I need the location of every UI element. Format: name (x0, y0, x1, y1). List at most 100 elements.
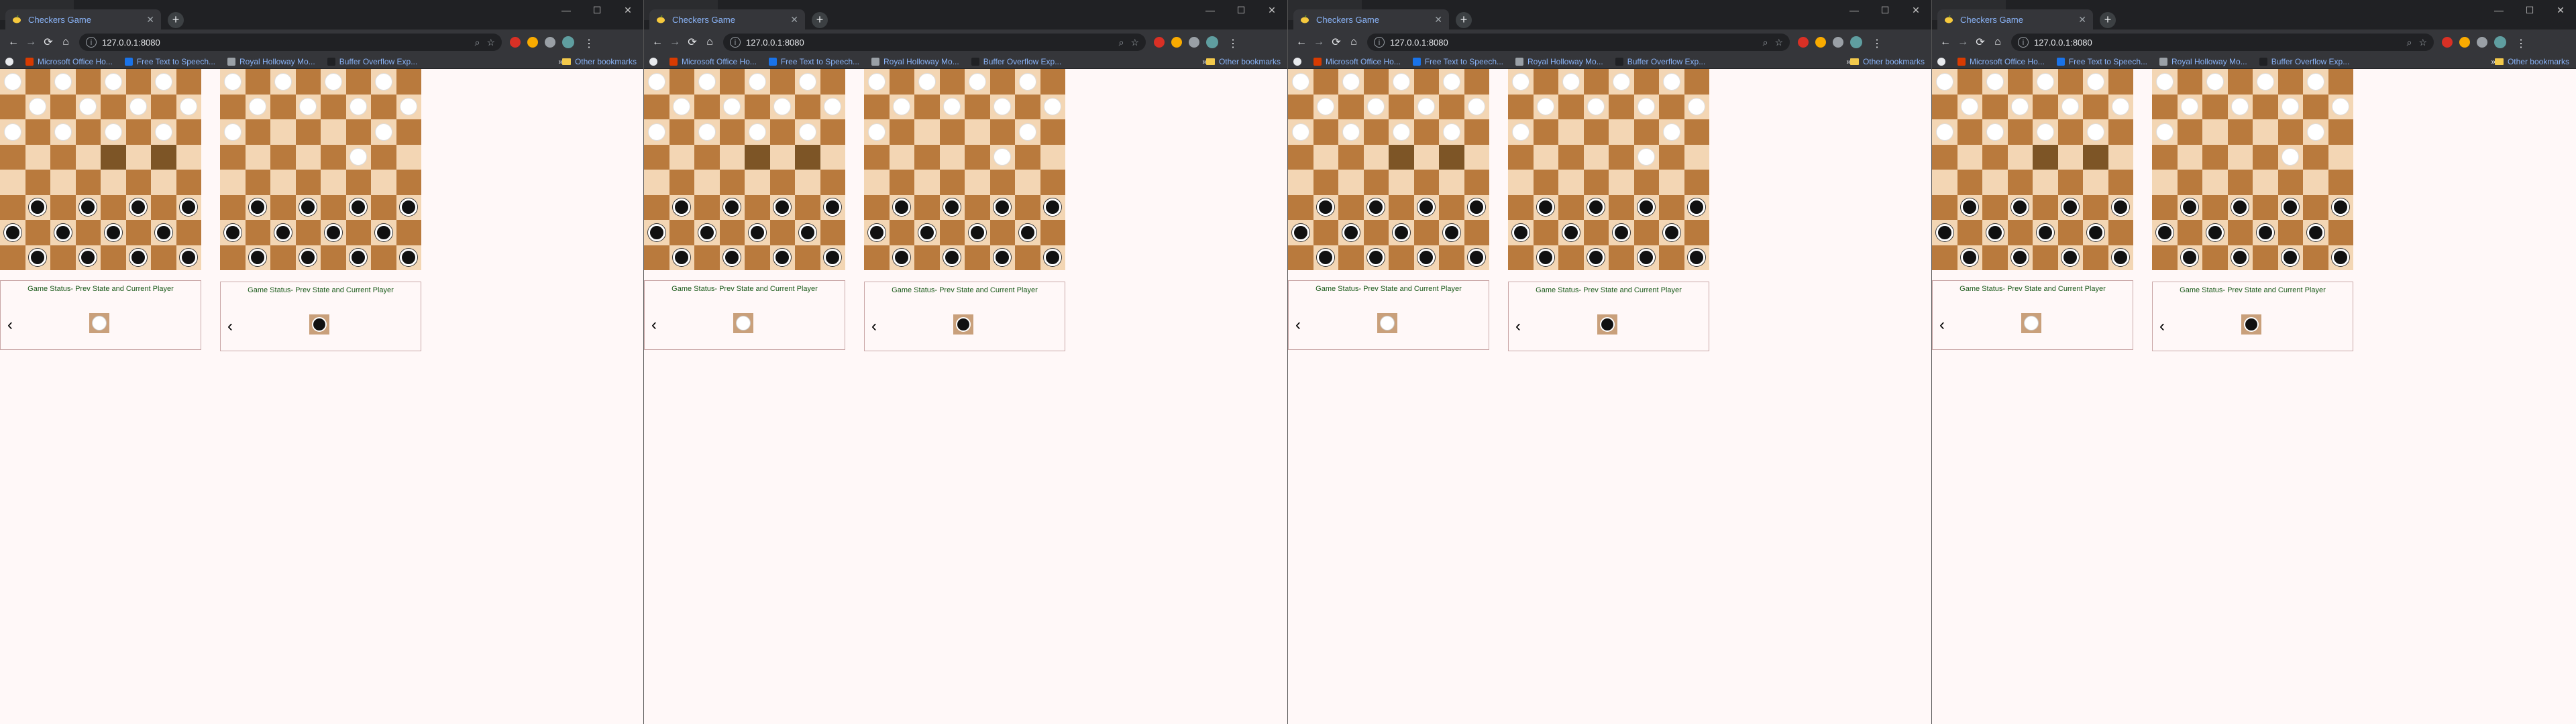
black-piece[interactable] (994, 198, 1012, 217)
board-square[interactable] (719, 245, 745, 270)
board-square[interactable] (914, 144, 940, 170)
white-piece[interactable] (2036, 72, 2054, 90)
board-square[interactable] (2033, 194, 2058, 220)
board-square[interactable] (2057, 220, 2083, 245)
board-square[interactable] (745, 94, 770, 119)
board-square[interactable] (125, 170, 151, 195)
board-square[interactable] (989, 194, 1015, 220)
board-square[interactable] (644, 170, 669, 195)
checkers-board-current[interactable] (220, 69, 421, 270)
board-square[interactable] (1633, 94, 1659, 119)
board-square[interactable] (25, 170, 50, 195)
board-square[interactable] (125, 144, 151, 170)
board-square[interactable] (295, 69, 321, 95)
black-piece[interactable] (2011, 198, 2029, 217)
board-square[interactable] (1338, 144, 1364, 170)
black-piece[interactable] (1392, 223, 1410, 241)
board-square[interactable] (1684, 119, 1709, 145)
black-piece[interactable] (1638, 249, 1656, 267)
black-piece[interactable] (1417, 249, 1436, 267)
board-square[interactable] (1288, 119, 1313, 145)
board-square[interactable] (2007, 119, 2033, 145)
board-square[interactable] (2033, 245, 2058, 270)
bookmark-star-icon[interactable]: ☆ (1774, 37, 1783, 48)
board-square[interactable] (2253, 220, 2278, 245)
board-square[interactable] (694, 194, 720, 220)
board-square[interactable] (1609, 194, 1634, 220)
board-square[interactable] (2177, 245, 2202, 270)
board-square[interactable] (965, 245, 990, 270)
board-square[interactable] (1464, 220, 1489, 245)
black-piece[interactable] (1986, 223, 2004, 241)
board-square[interactable] (345, 119, 371, 145)
back-arrow-icon[interactable]: ← (649, 36, 665, 48)
board-square[interactable] (2083, 119, 2108, 145)
board-square[interactable] (2328, 69, 2353, 95)
board-square[interactable] (1533, 194, 1558, 220)
white-piece[interactable] (54, 72, 72, 90)
board-square[interactable] (1633, 170, 1659, 195)
bookmark-item[interactable]: Free Text to Speech... (768, 57, 859, 66)
black-piece[interactable] (1688, 249, 1706, 267)
bookmark-item[interactable]: Buffer Overflow Exp... (971, 57, 1061, 66)
board-square[interactable] (0, 94, 25, 119)
black-piece[interactable] (1291, 223, 1309, 241)
board-square[interactable] (75, 245, 101, 270)
board-square[interactable] (745, 119, 770, 145)
white-piece[interactable] (223, 72, 241, 90)
board-square[interactable] (321, 94, 346, 119)
board-square[interactable] (889, 144, 914, 170)
board-square[interactable] (1015, 69, 1040, 95)
board-square[interactable] (245, 245, 270, 270)
board-square[interactable] (2202, 94, 2228, 119)
board-square[interactable] (245, 220, 270, 245)
extension-gear-icon[interactable] (2477, 37, 2487, 48)
white-piece[interactable] (798, 123, 816, 141)
close-window-button[interactable]: ✕ (2545, 0, 2576, 20)
white-piece[interactable] (274, 72, 292, 90)
board-square[interactable] (864, 245, 890, 270)
board-square[interactable] (0, 170, 25, 195)
board-square[interactable] (864, 170, 890, 195)
board-square[interactable] (1464, 245, 1489, 270)
board-square[interactable] (864, 94, 890, 119)
board-square[interactable] (75, 194, 101, 220)
board-square[interactable] (1533, 220, 1558, 245)
white-piece[interactable] (1342, 72, 1360, 90)
reload-icon[interactable]: ⟳ (40, 36, 56, 49)
board-square[interactable] (220, 144, 246, 170)
apps-icon[interactable] (649, 58, 661, 66)
board-square[interactable] (345, 69, 371, 95)
board-square[interactable] (989, 119, 1015, 145)
board-square[interactable] (1413, 119, 1439, 145)
board-square[interactable] (2033, 144, 2058, 170)
board-square[interactable] (694, 69, 720, 95)
board-square[interactable] (270, 170, 296, 195)
board-square[interactable] (50, 69, 76, 95)
black-piece[interactable] (2231, 198, 2249, 217)
board-square[interactable] (1957, 144, 1982, 170)
white-piece[interactable] (350, 148, 368, 166)
board-square[interactable] (50, 220, 76, 245)
forward-arrow-icon[interactable]: → (23, 36, 39, 48)
board-square[interactable] (1508, 144, 1534, 170)
board-square[interactable] (2152, 170, 2178, 195)
white-piece[interactable] (2036, 123, 2054, 141)
black-piece[interactable] (1417, 198, 1436, 217)
white-piece[interactable] (1562, 72, 1580, 90)
extension-star-icon[interactable] (1171, 37, 1182, 48)
board-square[interactable] (245, 69, 270, 95)
white-piece[interactable] (647, 123, 665, 141)
bookmark-star-icon[interactable]: ☆ (1130, 37, 1139, 48)
board-square[interactable] (1659, 144, 1684, 170)
board-square[interactable] (2007, 245, 2033, 270)
board-square[interactable] (25, 194, 50, 220)
black-piece[interactable] (104, 223, 122, 241)
board-square[interactable] (1015, 220, 1040, 245)
board-square[interactable] (2277, 69, 2303, 95)
black-piece[interactable] (2256, 223, 2274, 241)
board-square[interactable] (396, 119, 421, 145)
board-square[interactable] (1982, 119, 2008, 145)
black-piece[interactable] (2011, 249, 2029, 267)
white-piece[interactable] (2181, 98, 2199, 116)
